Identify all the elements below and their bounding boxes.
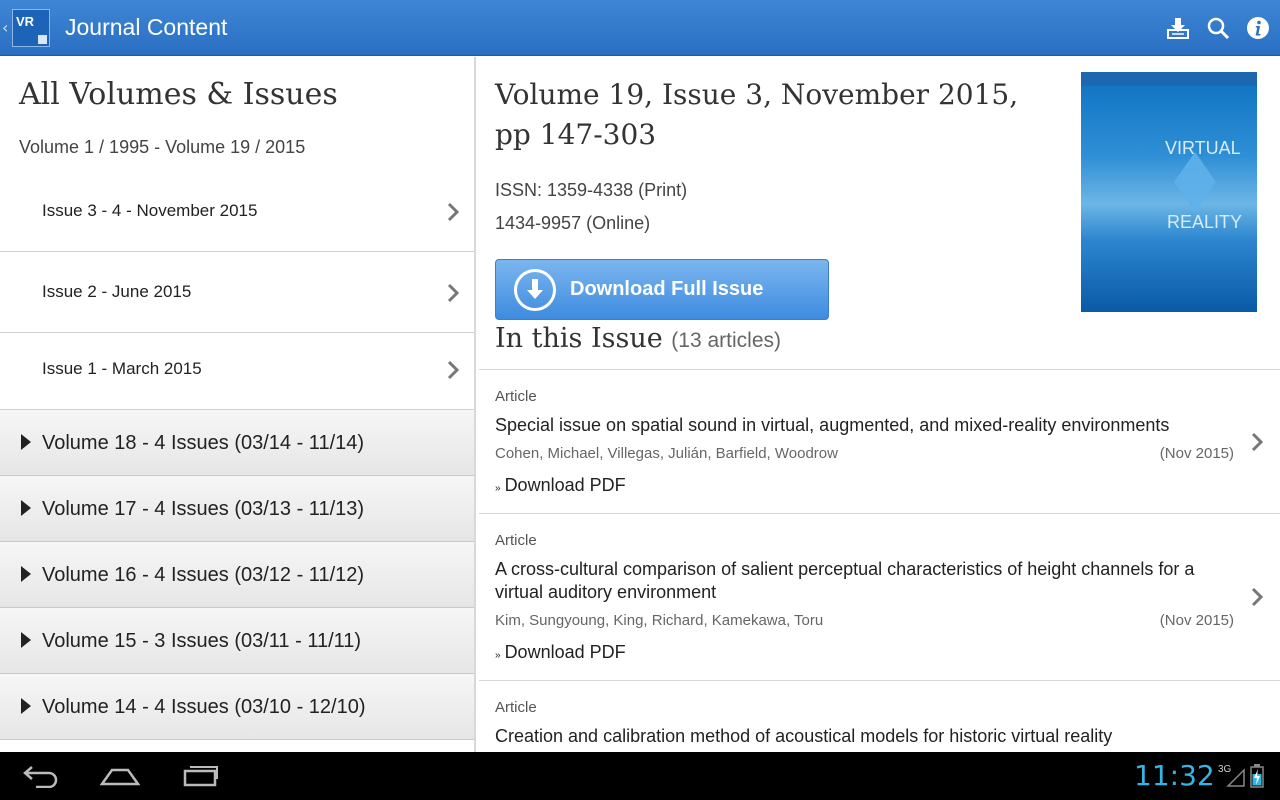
volumes-heading: All Volumes & Issues <box>19 77 338 112</box>
download-pdf-link[interactable]: » Download PDF <box>495 642 626 663</box>
expand-triangle-icon <box>21 698 31 714</box>
issue-row[interactable]: Issue 2 - June 2015 <box>0 256 474 333</box>
volumes-pane: All Volumes & Issues Volume 1 / 1995 - V… <box>0 57 476 752</box>
article-authors: Cohen, Michael, Villegas, Julián, Barfie… <box>495 445 838 462</box>
issue-detail-pane: Volume 19, Issue 3, November 2015, pp 14… <box>479 57 1280 752</box>
cover-title-line2: REALITY <box>1167 212 1243 232</box>
article-title[interactable]: A cross-cultural comparison of salient p… <box>495 558 1225 604</box>
search-icon[interactable] <box>1204 14 1232 42</box>
cover-title-line1: VIRTUAL <box>1165 138 1241 158</box>
info-icon[interactable] <box>1244 14 1272 42</box>
volume-row[interactable]: Volume 15 - 3 Issues (03/11 - 11/11) <box>0 608 474 674</box>
article-type: Article <box>495 699 537 716</box>
download-full-issue-button[interactable]: Download Full Issue <box>495 259 829 320</box>
volume-row[interactable]: Volume 17 - 4 Issues (03/13 - 11/13) <box>0 476 474 542</box>
chevron-right-icon <box>1250 431 1264 457</box>
cover-strip <box>1081 72 1257 86</box>
volume-row[interactable]: Volume 16 - 4 Issues (03/12 - 11/12) <box>0 542 474 608</box>
volume-row[interactable]: Volume 14 - 4 Issues (03/10 - 12/10) <box>0 674 474 740</box>
recent-apps-icon[interactable] <box>182 762 220 792</box>
journal-cover-image: VIRTUAL REALITY <box>1081 72 1257 312</box>
action-bar: ‹ VR Journal Content <box>0 0 1280 56</box>
in-issue-label: In this Issue <box>495 323 663 354</box>
volume-label: Volume 16 - 4 Issues (03/12 - 11/12) <box>42 564 365 586</box>
article-item[interactable]: Article A cross-cultural comparison of s… <box>479 513 1280 680</box>
article-authors: Kim, Sungyoung, King, Richard, Kamekawa,… <box>495 612 824 629</box>
issue-row[interactable]: Issue 1 - March 2015 <box>0 333 474 410</box>
article-title[interactable]: Special issue on spatial sound in virtua… <box>495 414 1225 437</box>
signal-icon <box>1226 766 1246 792</box>
download-icon[interactable] <box>1164 14 1192 42</box>
article-item[interactable]: Article Special issue on spatial sound i… <box>479 369 1280 513</box>
expand-triangle-icon <box>21 632 31 648</box>
issn-print: ISSN: 1359-4338 (Print) <box>495 180 688 200</box>
chevron-right-icon <box>1250 586 1264 612</box>
in-this-issue-heading: In this Issue (13 articles) <box>495 323 781 354</box>
download-pdf-label: Download PDF <box>504 642 626 662</box>
issn-online: 1434-9957 (Online) <box>495 213 651 233</box>
chevron-right-icon <box>446 282 460 308</box>
back-icon[interactable] <box>22 762 60 792</box>
issue-label: Issue 3 - 4 - November 2015 <box>42 201 258 220</box>
status-clock[interactable]: 11:32 <box>1134 759 1215 792</box>
issue-title: Volume 19, Issue 3, November 2015, pp 14… <box>495 78 1019 151</box>
article-date: (Nov 2015) <box>1159 612 1234 629</box>
expand-triangle-icon <box>21 566 31 582</box>
cover-logo-icon <box>1174 152 1216 212</box>
battery-charging-icon <box>1250 764 1264 792</box>
page-title: Journal Content <box>65 14 228 40</box>
app-icon-badge <box>38 35 47 44</box>
app-icon[interactable]: VR <box>12 9 50 47</box>
home-icon[interactable] <box>99 762 141 792</box>
issue-row[interactable]: Issue 3 - 4 - November 2015 <box>0 175 474 252</box>
article-item[interactable]: Article Creation and calibration method … <box>479 680 1280 752</box>
system-nav-bar: 11:32 3G <box>0 752 1280 800</box>
download-pdf-link[interactable]: » Download PDF <box>495 475 626 496</box>
volume-label: Volume 14 - 4 Issues (03/10 - 12/10) <box>42 696 366 718</box>
article-date: (Nov 2015) <box>1159 445 1234 462</box>
double-chevron-icon: » <box>495 650 501 661</box>
double-chevron-icon: » <box>495 483 501 494</box>
download-full-issue-label: Download Full Issue <box>570 278 764 300</box>
expand-triangle-icon <box>21 434 31 450</box>
download-pdf-label: Download PDF <box>504 475 626 495</box>
chevron-right-icon <box>446 201 460 227</box>
up-chevron-icon[interactable]: ‹ <box>2 18 8 37</box>
article-type: Article <box>495 532 537 549</box>
expand-triangle-icon <box>21 500 31 516</box>
issue-label: Issue 2 - June 2015 <box>42 282 192 301</box>
issue-label: Issue 1 - March 2015 <box>42 359 202 378</box>
article-type: Article <box>495 388 537 405</box>
volume-label: Volume 17 - 4 Issues (03/13 - 11/13) <box>42 498 365 520</box>
volume-range: Volume 1 / 1995 - Volume 19 / 2015 <box>19 137 306 157</box>
app-icon-text: VR <box>16 14 35 29</box>
article-title[interactable]: Creation and calibration method of acous… <box>495 725 1225 748</box>
article-count: (13 articles) <box>671 329 781 352</box>
volume-row[interactable]: Volume 18 - 4 Issues (03/14 - 11/14) <box>0 410 474 476</box>
download-arrow-icon <box>514 269 556 311</box>
chevron-right-icon <box>446 359 460 385</box>
volume-label: Volume 18 - 4 Issues (03/14 - 11/14) <box>42 432 365 454</box>
volume-label: Volume 15 - 3 Issues (03/11 - 11/11) <box>42 630 362 652</box>
